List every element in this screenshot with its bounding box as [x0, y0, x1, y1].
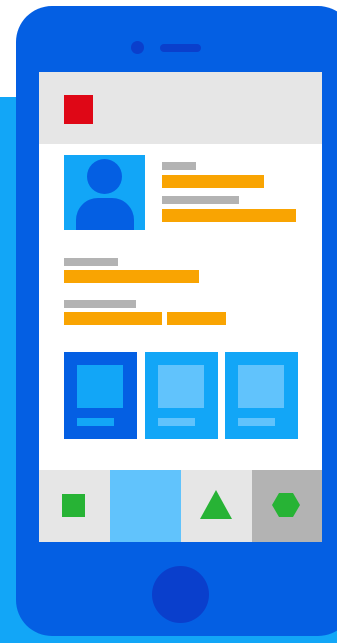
user-icon-head [87, 159, 122, 194]
home-button[interactable] [152, 566, 209, 623]
field-1-label-placeholder [64, 258, 118, 266]
card-caption-placeholder [77, 418, 114, 426]
avatar [64, 155, 145, 230]
field-2-value-placeholder [64, 312, 162, 325]
content-card-1[interactable] [64, 352, 137, 439]
content-card-3[interactable] [225, 352, 298, 439]
triangle-icon [200, 490, 232, 519]
tab-triangle[interactable] [181, 470, 252, 542]
tab-square[interactable] [39, 470, 110, 542]
card-thumbnail [238, 365, 284, 408]
speaker-icon [160, 44, 201, 52]
card-caption-placeholder [238, 418, 275, 426]
content-card-2[interactable] [145, 352, 218, 439]
card-caption-placeholder [158, 418, 195, 426]
tab-selected[interactable] [110, 470, 181, 542]
name-value-placeholder [162, 175, 264, 188]
title-label-placeholder [162, 196, 239, 204]
field-1-value-placeholder [64, 270, 199, 283]
square-icon [62, 494, 85, 517]
field-2-value-placeholder-extra [167, 312, 226, 325]
hexagon-icon [272, 493, 300, 517]
title-value-placeholder [162, 209, 296, 222]
card-thumbnail [77, 365, 123, 408]
illustration-canvas [0, 0, 337, 643]
name-label-placeholder [162, 162, 196, 170]
app-header [39, 72, 322, 144]
field-2-label-placeholder [64, 300, 136, 308]
tab-hexagon[interactable] [252, 470, 322, 542]
front-camera-icon [131, 41, 144, 54]
user-icon-body [76, 198, 134, 230]
app-logo-icon [64, 95, 93, 124]
phone-screen [39, 72, 322, 542]
card-thumbnail [158, 365, 204, 408]
bottom-tab-bar [39, 470, 322, 542]
